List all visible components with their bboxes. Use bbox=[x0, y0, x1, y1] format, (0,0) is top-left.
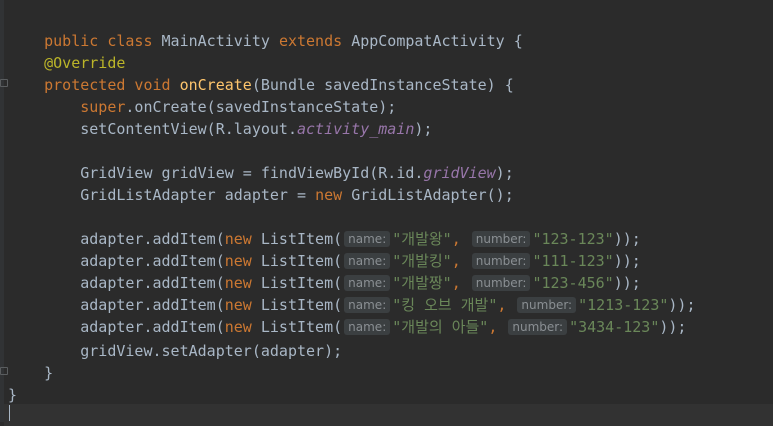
code-line: GridListAdapter adapter = new GridListAd… bbox=[8, 184, 514, 206]
closing-brace: } bbox=[8, 386, 18, 404]
annotation: @Override bbox=[44, 54, 126, 72]
code-line: } bbox=[8, 384, 17, 406]
string-literal: "3434-123" bbox=[569, 318, 660, 336]
keyword: new bbox=[224, 296, 261, 314]
code-editor[interactable]: public class MainActivity extends AppCom… bbox=[0, 0, 773, 426]
comma: , bbox=[497, 296, 516, 314]
keyword: protected void bbox=[44, 76, 180, 94]
comma: , bbox=[451, 252, 470, 270]
code-text: setContentView(R.layout. bbox=[80, 120, 297, 138]
method-name: onCreate bbox=[179, 76, 252, 94]
text-caret bbox=[9, 405, 10, 421]
current-line[interactable] bbox=[4, 404, 773, 426]
keyword: super bbox=[80, 98, 126, 116]
code-line: } bbox=[8, 362, 53, 384]
code-text: GridListAdapter(); bbox=[351, 186, 514, 204]
string-literal: "개발의 아들" bbox=[392, 318, 489, 336]
code-line: public class MainActivity extends AppCom… bbox=[8, 8, 523, 50]
keyword: new bbox=[224, 252, 261, 270]
field-ref: gridView bbox=[423, 164, 496, 182]
code-line: adapter.addItem(new ListItem(name: "킹 오브 … bbox=[8, 294, 696, 316]
code-text: ); bbox=[414, 120, 433, 138]
code-text: ListItem( bbox=[260, 252, 343, 270]
code-line: super.onCreate(savedInstanceState); bbox=[8, 96, 396, 118]
code-text: .onCreate(savedInstanceState); bbox=[125, 98, 397, 116]
code-line: adapter.addItem(new ListItem(name: "개발의 아… bbox=[8, 316, 686, 338]
parameter-hint: name: bbox=[344, 275, 391, 291]
parameter-hint: number: bbox=[471, 275, 531, 291]
code-text: adapter.addItem( bbox=[80, 274, 225, 292]
keyword: public class bbox=[44, 32, 162, 50]
string-literal: "개발왕" bbox=[392, 230, 452, 248]
code-line: setContentView(R.layout.activity_main); bbox=[8, 118, 432, 140]
code-text: adapter.addItem( bbox=[80, 318, 225, 336]
code-text: GridView gridView = findViewById(R.id. bbox=[80, 164, 424, 182]
keyword: new bbox=[315, 186, 352, 204]
comma: , bbox=[451, 274, 470, 292]
string-literal: "개발짱" bbox=[392, 274, 452, 292]
fold-icon[interactable] bbox=[0, 79, 8, 87]
comma: , bbox=[451, 230, 470, 248]
editor-gutter bbox=[0, 0, 4, 422]
parameter-hint: name: bbox=[344, 297, 391, 313]
string-literal: "123-123" bbox=[532, 230, 614, 248]
code-text: (Bundle savedInstanceState) { bbox=[251, 76, 514, 94]
string-literal: "1213-123" bbox=[578, 296, 669, 314]
parameter-hint: number: bbox=[517, 297, 577, 313]
code-text: adapter.addItem( bbox=[80, 252, 225, 270]
code-line: adapter.addItem(new ListItem(name: "개발킹",… bbox=[8, 250, 641, 272]
parameter-hint: number: bbox=[471, 231, 531, 247]
string-literal: "123-456" bbox=[532, 274, 614, 292]
code-text: adapter.addItem( bbox=[80, 296, 225, 314]
keyword: extends bbox=[278, 32, 352, 50]
code-text: )); bbox=[668, 296, 696, 314]
comma: , bbox=[488, 318, 507, 336]
code-line: GridView gridView = findViewById(R.id.gr… bbox=[8, 162, 514, 184]
parameter-hint: number: bbox=[508, 319, 568, 335]
code-text: AppCompatActivity { bbox=[351, 32, 523, 50]
code-text: ListItem( bbox=[260, 274, 343, 292]
code-text: GridListAdapter adapter = bbox=[80, 186, 316, 204]
keyword: new bbox=[224, 274, 261, 292]
parameter-hint: name: bbox=[344, 231, 391, 247]
string-literal: "개발킹" bbox=[392, 252, 452, 270]
code-line: protected void onCreate(Bundle savedInst… bbox=[8, 74, 514, 96]
keyword: new bbox=[224, 230, 261, 248]
fold-icon[interactable] bbox=[0, 367, 8, 375]
code-text: )); bbox=[659, 318, 687, 336]
code-text: ListItem( bbox=[260, 318, 343, 336]
code-line: @Override bbox=[8, 52, 125, 74]
code-text: ListItem( bbox=[260, 296, 343, 314]
parameter-hint: number: bbox=[471, 253, 531, 269]
code-text: adapter.addItem( bbox=[80, 230, 225, 248]
code-text: gridView.setAdapter(adapter); bbox=[80, 342, 343, 360]
code-line: adapter.addItem(new ListItem(name: "개발짱",… bbox=[8, 272, 641, 294]
code-text: )); bbox=[613, 230, 641, 248]
code-line: adapter.addItem(new ListItem(name: "개발왕",… bbox=[8, 228, 641, 250]
code-text: )); bbox=[613, 274, 641, 292]
string-literal: "킹 오브 개발" bbox=[392, 296, 498, 314]
parameter-hint: name: bbox=[344, 319, 391, 335]
field-ref: activity_main bbox=[297, 120, 415, 138]
code-text: ListItem( bbox=[260, 230, 343, 248]
closing-brace: } bbox=[44, 364, 54, 382]
code-text: ); bbox=[495, 164, 514, 182]
parameter-hint: name: bbox=[344, 253, 391, 269]
keyword: new bbox=[224, 318, 261, 336]
string-literal: "111-123" bbox=[532, 252, 614, 270]
class-name: MainActivity bbox=[161, 32, 279, 50]
code-text: )); bbox=[613, 252, 641, 270]
code-line: gridView.setAdapter(adapter); bbox=[8, 340, 342, 362]
